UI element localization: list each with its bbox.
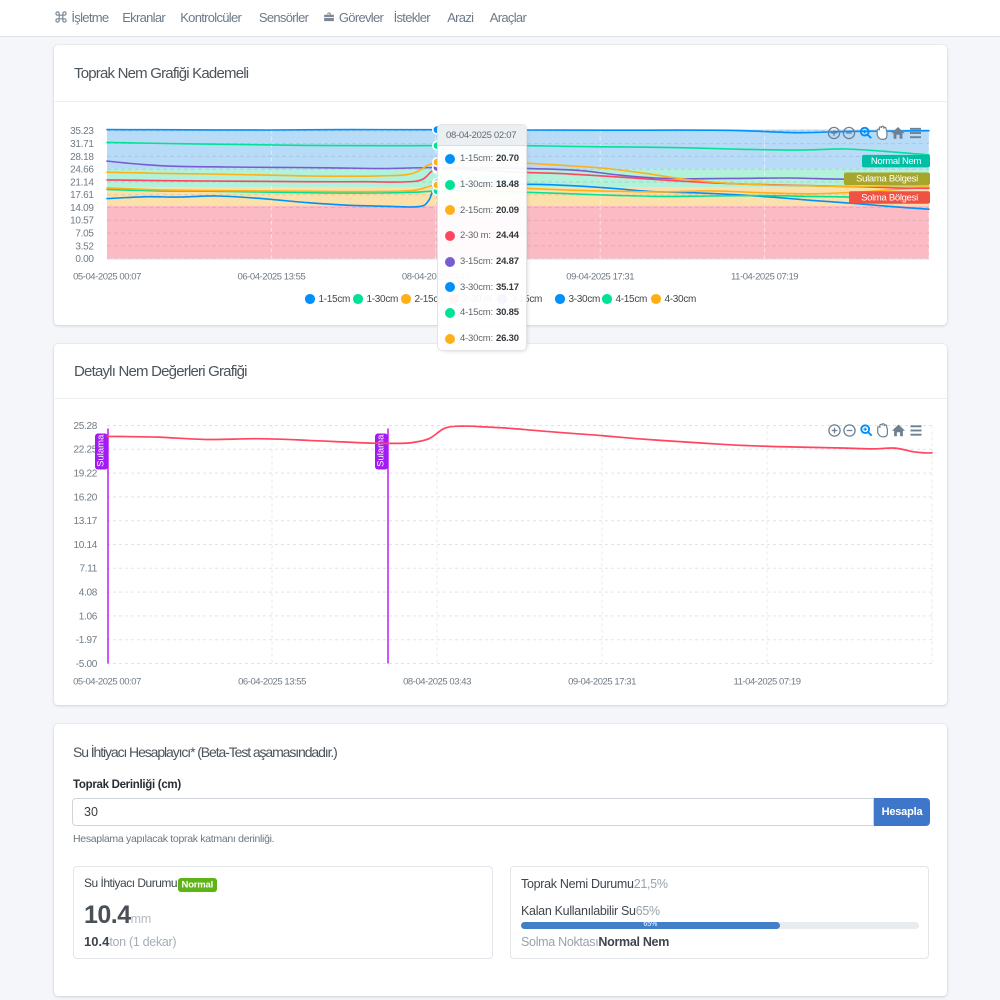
svg-text:08-04-2025 03:43: 08-04-2025 03:43	[403, 677, 471, 688]
svg-text:-1.97: -1.97	[76, 635, 98, 646]
svg-text:Normal Nem: Normal Nem	[871, 156, 922, 167]
svg-text:35.23: 35.23	[70, 126, 94, 137]
svg-text:13.17: 13.17	[73, 516, 97, 527]
svg-text:22.25: 22.25	[73, 445, 97, 456]
svg-text:7.05: 7.05	[75, 229, 94, 240]
svg-text:3.52: 3.52	[75, 241, 94, 252]
svg-text:-5.00: -5.00	[76, 659, 98, 670]
svg-text:28.18: 28.18	[70, 152, 94, 163]
svg-text:25.28: 25.28	[73, 421, 97, 432]
svg-text:31.71: 31.71	[70, 139, 94, 150]
svg-text:05-04-2025 00:07: 05-04-2025 00:07	[73, 677, 141, 688]
svg-text:11-04-2025 07:19: 11-04-2025 07:19	[731, 272, 798, 283]
svg-text:05-04-2025 00:07: 05-04-2025 00:07	[73, 272, 141, 283]
svg-text:Solma Bölgesi: Solma Bölgesi	[861, 192, 918, 203]
svg-text:10.57: 10.57	[70, 216, 94, 227]
svg-text:4.08: 4.08	[79, 588, 98, 599]
svg-text:1.06: 1.06	[79, 611, 98, 622]
svg-text:06-04-2025 13:55: 06-04-2025 13:55	[237, 272, 305, 283]
svg-text:10.14: 10.14	[73, 540, 97, 551]
svg-text:09-04-2025 17:31: 09-04-2025 17:31	[568, 677, 636, 688]
svg-text:Sulama: Sulama	[375, 434, 386, 467]
svg-text:Sulama Bölgesi: Sulama Bölgesi	[856, 174, 918, 185]
svg-text:11-04-2025 07:19: 11-04-2025 07:19	[733, 677, 800, 688]
svg-text:14.09: 14.09	[70, 203, 94, 214]
svg-text:09-04-2025 17:31: 09-04-2025 17:31	[566, 272, 634, 283]
svg-text:17.61: 17.61	[70, 190, 94, 201]
svg-text:19.22: 19.22	[73, 469, 97, 480]
svg-text:0.00: 0.00	[75, 254, 94, 265]
svg-text:7.11: 7.11	[79, 564, 97, 575]
svg-text:24.66: 24.66	[70, 165, 94, 176]
svg-text:Sulama: Sulama	[95, 434, 106, 467]
svg-text:16.20: 16.20	[73, 492, 97, 503]
svg-text:06-04-2025 13:55: 06-04-2025 13:55	[238, 677, 306, 688]
svg-text:21.14: 21.14	[70, 177, 94, 188]
